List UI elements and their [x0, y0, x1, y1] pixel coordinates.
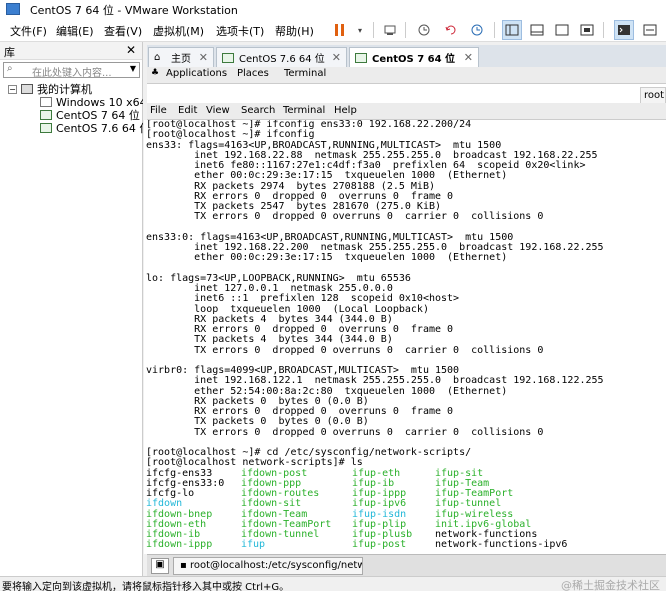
- send-ctrl-alt-del-icon[interactable]: [380, 20, 400, 40]
- tree-item-label: CentOS 7.6 64 位: [56, 122, 143, 135]
- terminal-line: ether 00:0c:29:3e:17:15 txqueuelen 1000 …: [146, 252, 508, 264]
- window-title: CentOS 7 64 位 - VMware Workstation: [30, 4, 238, 17]
- vm-icon: [40, 97, 52, 107]
- terminal-menu-terminal[interactable]: Terminal: [283, 105, 325, 116]
- vm-tree: − 我的计算机 Windows 10 x64 CentOS 7 64 位 Cen…: [0, 80, 143, 575]
- tab-label: CentOS 7 64 位: [372, 54, 456, 65]
- ls-output-row: ifdown ifdown-sit ifup-ipv6 ifup-tunnel: [144, 498, 666, 510]
- stretch-view-icon[interactable]: [640, 20, 660, 40]
- terminal-output[interactable]: [root@localhost ~]# ifconfig ens33:0 192…: [144, 120, 666, 554]
- terminal-line: TX errors 0 dropped 0 overruns 0 carrier…: [146, 426, 544, 438]
- terminal-menubar: File Edit View Search Terminal Help: [147, 103, 666, 120]
- menu-file[interactable]: 文件(F): [10, 23, 47, 39]
- search-placeholder: 在此处键入内容...: [32, 68, 112, 79]
- pause-icon[interactable]: [330, 20, 350, 40]
- console-view-icon[interactable]: [614, 20, 634, 40]
- watermark: @稀土掘金技术社区: [561, 579, 660, 591]
- library-panel: 库 ✕ ⌕ 在此处键入内容... ▼ − 我的计算机 Windows 10 x6…: [0, 42, 143, 576]
- close-icon[interactable]: ✕: [126, 43, 136, 57]
- applications-menu[interactable]: Applications: [166, 68, 227, 79]
- vm-running-icon: [40, 110, 52, 120]
- vm-running-icon: [40, 123, 52, 133]
- terminal-menu-search[interactable]: Search: [241, 105, 275, 116]
- terminal-tab[interactable]: root: [640, 87, 666, 104]
- terminal-menu[interactable]: Terminal: [284, 68, 326, 79]
- gnome-top-bar: ♣ Applications Places Terminal: [147, 67, 666, 83]
- terminal-menu-file[interactable]: File: [150, 105, 167, 116]
- show-desktop-icon[interactable]: ▣: [151, 558, 169, 574]
- terminal-line: TX errors 0 dropped 0 overruns 0 carrier…: [146, 344, 544, 356]
- terminal-tab-strip: root: [147, 83, 666, 104]
- snapshot-icon[interactable]: [414, 20, 434, 40]
- dropdown-arrow-icon[interactable]: ▾: [350, 20, 370, 40]
- vm-running-icon: [355, 52, 367, 63]
- tree-item-centos76[interactable]: CentOS 7.6 64 位: [40, 121, 143, 135]
- computer-icon: [21, 84, 33, 94]
- ls-entry: ifup-post: [352, 539, 407, 551]
- menu-bar: 文件(F) 编辑(E) 查看(V) 虚拟机(M) 选项卡(T) 帮助(H) ▾: [0, 18, 666, 42]
- library-header: 库 ✕: [0, 42, 142, 60]
- status-bar: 要将输入定向到该虚拟机，请将鼠标指针移入其中或按 Ctrl+G。 @稀土掘金技术…: [0, 576, 666, 591]
- library-title: 库: [4, 46, 15, 59]
- status-message: 要将输入定向到该虚拟机，请将鼠标指针移入其中或按 Ctrl+G。: [2, 582, 290, 591]
- terminal-line: [root@localhost network-scripts]# ls: [146, 457, 363, 469]
- ls-entry: ifdown-ippp: [146, 539, 213, 551]
- tab-centos76[interactable]: CentOS 7.6 64 位 ✕: [216, 47, 347, 67]
- tab-home[interactable]: ⌂ 主页 ✕: [148, 47, 214, 67]
- vm-tab-strip: ⌂ 主页 ✕ CentOS 7.6 64 位 ✕ CentOS 7 64 位 ✕: [147, 45, 666, 67]
- terminal-line: TX packets 0 bytes 0 (0.0 B): [146, 416, 369, 428]
- chevron-down-icon[interactable]: ▼: [130, 64, 136, 73]
- ls-output-row: ifdown-ippp ifup ifup-post network-function…: [144, 539, 666, 551]
- vmware-logo-icon: [6, 3, 20, 15]
- library-view-icon[interactable]: [502, 20, 522, 40]
- taskbar-terminal-item[interactable]: ▪ root@localhost:/etc/sysconfig/netw...: [173, 557, 363, 575]
- terminal-line: TX errors 0 dropped 0 overruns 0 carrier…: [146, 211, 544, 223]
- close-icon[interactable]: ✕: [332, 51, 341, 64]
- menu-help[interactable]: 帮助(H): [275, 23, 314, 39]
- unity-icon[interactable]: [577, 20, 597, 40]
- ls-entry: network-functions-ipv6: [435, 539, 568, 551]
- library-search-input[interactable]: ⌕ 在此处键入内容... ▼: [3, 62, 140, 79]
- fullscreen-icon[interactable]: [552, 20, 572, 40]
- terminal-menu-view[interactable]: View: [206, 105, 230, 116]
- terminal-line: [root@localhost ~]# ifconfig: [146, 129, 315, 141]
- terminal-line: ether 00:0c:29:3e:17:15 txqueuelen 1000 …: [146, 170, 508, 182]
- search-icon: ⌕: [7, 63, 13, 74]
- terminal-line: TX packets 4 bytes 344 (344.0 B): [146, 334, 393, 346]
- ls-entry: ifdown-sit: [241, 498, 302, 510]
- snapshot-manager-icon[interactable]: [467, 20, 487, 40]
- places-menu[interactable]: Places: [237, 68, 269, 79]
- guest-taskbar: ▣ ▪ root@localhost:/etc/sysconfig/netw..…: [147, 554, 666, 576]
- menu-edit[interactable]: 编辑(E): [56, 23, 94, 39]
- tree-item-my-computer[interactable]: − 我的计算机: [8, 82, 92, 96]
- ls-entry: ifup: [241, 539, 266, 551]
- terminal-menu-edit[interactable]: Edit: [178, 105, 197, 116]
- gnome-logo-icon[interactable]: ♣: [151, 68, 159, 78]
- title-bar: CentOS 7 64 位 - VMware Workstation: [0, 0, 666, 18]
- terminal-icon: ▪: [180, 560, 190, 571]
- terminal-line: inet6 ::1 prefixlen 128 scopeid 0x10<hos…: [146, 293, 460, 305]
- menu-vm[interactable]: 虚拟机(M): [153, 23, 204, 39]
- tab-label: CentOS 7.6 64 位: [239, 54, 325, 65]
- ls-entry: ifdown: [146, 498, 183, 510]
- thumbnail-bar-icon[interactable]: [527, 20, 547, 40]
- ls-entry: ifup-ipv6: [352, 498, 407, 510]
- home-icon: ⌂: [154, 51, 161, 63]
- task-label: root@localhost:/etc/sysconfig/netw...: [189, 560, 363, 571]
- terminal-line: inet 192.168.122.1 netmask 255.255.255.0…: [146, 375, 604, 387]
- collapse-icon[interactable]: −: [8, 84, 17, 94]
- ls-entry: ifup-tunnel: [435, 498, 502, 510]
- tab-label: 主页: [171, 54, 191, 65]
- tab-centos7[interactable]: CentOS 7 64 位 ✕: [349, 47, 479, 67]
- menu-view[interactable]: 查看(V): [104, 23, 142, 39]
- terminal-menu-help[interactable]: Help: [334, 105, 357, 116]
- close-icon[interactable]: ✕: [199, 51, 208, 64]
- revert-snapshot-icon[interactable]: [441, 20, 461, 40]
- vm-running-icon: [222, 52, 234, 63]
- menu-tabs[interactable]: 选项卡(T): [216, 23, 264, 39]
- close-icon[interactable]: ✕: [464, 51, 473, 64]
